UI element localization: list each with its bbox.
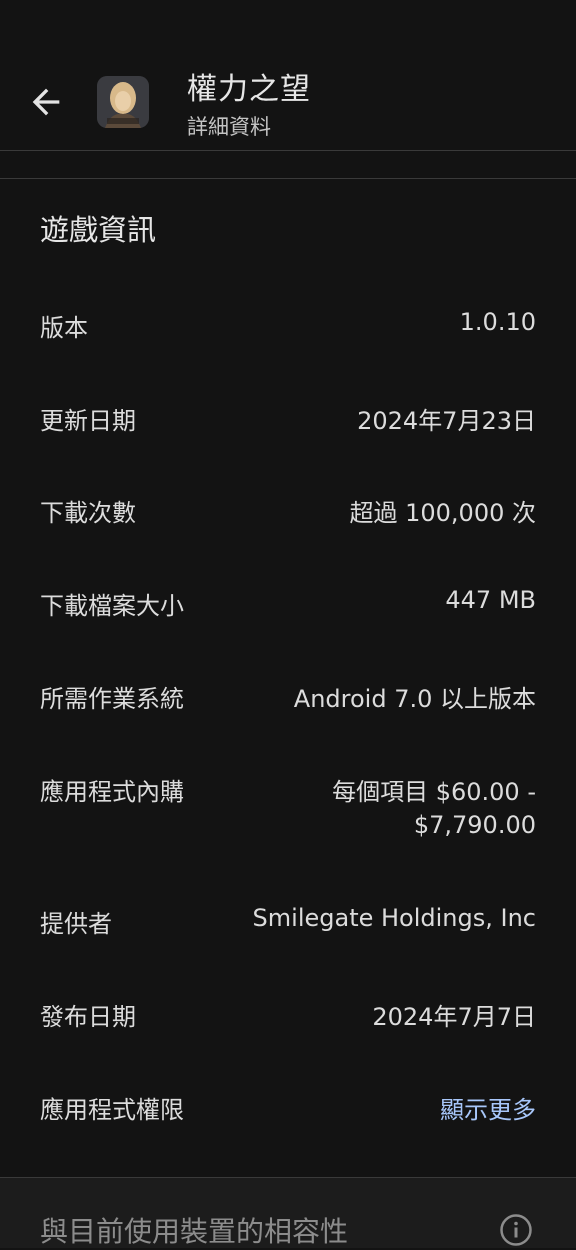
back-arrow-icon[interactable] <box>26 82 66 122</box>
required-os-value: Android 7.0 以上版本 <box>293 685 536 713</box>
version-value: 1.0.10 <box>459 308 536 336</box>
downloads-label: 下載次數 <box>40 499 136 527</box>
section-title: 遊戲資訊 <box>40 213 157 247</box>
download-size-value: 447 MB <box>445 586 536 614</box>
release-date-value: 2024年7月7日 <box>372 1003 536 1031</box>
updated-date-label: 更新日期 <box>40 407 136 435</box>
section-divider <box>0 178 576 179</box>
in-app-purchases-label: 應用程式內購 <box>40 778 184 806</box>
app-header: 權力之望 詳細資料 <box>0 0 576 150</box>
download-size-label: 下載檔案大小 <box>40 592 184 620</box>
downloads-value: 超過 100,000 次 <box>349 499 536 527</box>
app-permissions-label: 應用程式權限 <box>40 1096 184 1124</box>
provider-label: 提供者 <box>40 910 112 938</box>
in-app-purchases-value-line1: 每個項目 $60.00 - <box>332 778 536 806</box>
updated-date-value: 2024年7月23日 <box>357 407 536 435</box>
page-subtitle: 詳細資料 <box>187 115 271 139</box>
release-date-label: 發布日期 <box>40 1003 136 1031</box>
info-icon[interactable] <box>499 1213 533 1247</box>
version-label: 版本 <box>40 314 88 342</box>
compatibility-title: 與目前使用裝置的相容性 <box>40 1215 349 1248</box>
app-icon <box>97 76 149 128</box>
provider-value: Smilegate Holdings, Inc <box>252 904 536 932</box>
header-divider <box>0 150 576 151</box>
in-app-purchases-value-line2: $7,790.00 <box>413 811 536 839</box>
app-title: 權力之望 <box>187 72 311 107</box>
game-avatar-icon <box>97 76 149 128</box>
show-more-link[interactable]: 顯示更多 <box>440 1090 536 1125</box>
required-os-label: 所需作業系統 <box>40 685 184 713</box>
